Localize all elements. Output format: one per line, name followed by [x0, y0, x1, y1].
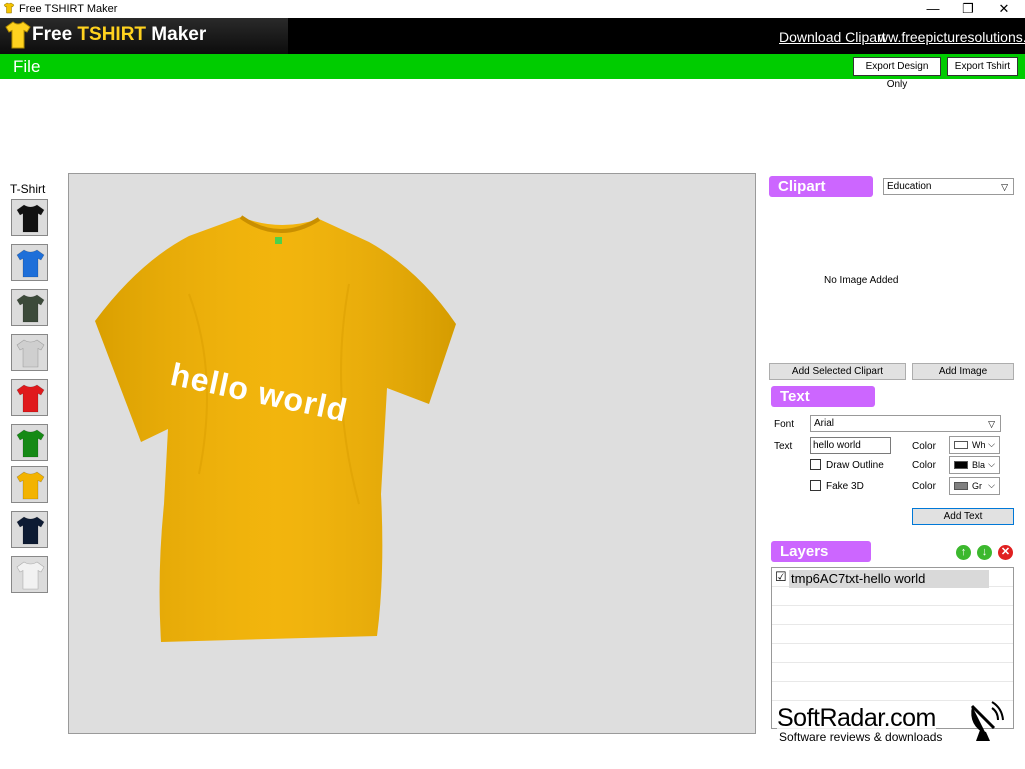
tshirt-color-swatch[interactable] — [11, 199, 48, 236]
clipart-category-select[interactable]: Education ▽ — [883, 178, 1014, 195]
font-select[interactable]: Arial ▽ — [810, 415, 1001, 432]
add-image-button[interactable]: Add Image — [912, 363, 1014, 380]
export-design-button[interactable]: Export Design Only — [853, 57, 941, 90]
tshirt-icon — [16, 471, 45, 500]
text-label: Text — [774, 441, 793, 452]
tshirt-icon — [16, 429, 45, 458]
tshirt-color-swatch[interactable] — [11, 466, 48, 503]
chevron-down-icon: ⌵ — [988, 459, 995, 469]
chevron-down-icon: ⌵ — [988, 439, 995, 449]
tshirt-color-swatch[interactable] — [11, 424, 48, 461]
text-color-label: Color — [912, 441, 936, 452]
move-layer-up-icon[interactable]: ↑ — [956, 545, 971, 560]
layers-header: Layers — [771, 541, 871, 562]
text-color-select[interactable]: Wh ⌵ — [949, 436, 1000, 454]
list-item — [772, 625, 1013, 644]
tshirt-color-swatch[interactable] — [11, 289, 48, 326]
add-text-button[interactable]: Add Text — [912, 508, 1014, 525]
app-logo: Free TSHIRT Maker — [0, 18, 288, 54]
text-color-name: Wh — [972, 440, 986, 450]
font-value: Arial — [814, 418, 835, 429]
tshirt-icon — [16, 561, 45, 590]
tshirt-label: T-Shirt — [10, 182, 46, 196]
logo-shirt-icon — [5, 21, 31, 49]
move-layer-down-icon[interactable]: ↓ — [977, 545, 992, 560]
tshirt-color-swatch[interactable] — [11, 334, 48, 371]
list-item — [772, 663, 1013, 682]
tshirt-image — [95, 215, 456, 642]
title-bar: Free TSHIRT Maker — ❐ ✕ — [0, 0, 1025, 18]
brand-maker: Maker — [146, 24, 207, 45]
fake-3d-checkbox[interactable] — [810, 480, 821, 491]
tshirt-color-swatch[interactable] — [11, 379, 48, 416]
fake-3d-label: Fake 3D — [826, 481, 864, 492]
layer-name: tmp6AC7txt-hello world — [791, 571, 926, 586]
download-clipart-link[interactable]: Download Clipart — [779, 29, 886, 45]
clipart-header: Clipart — [769, 176, 873, 197]
chevron-down-icon: ▽ — [1001, 182, 1008, 192]
outline-color-select[interactable]: Bla ⌵ — [949, 456, 1000, 474]
maximize-button[interactable]: ❐ — [950, 0, 986, 18]
list-item — [772, 606, 1013, 625]
list-item[interactable]: ☑ tmp6AC7txt-hello world — [772, 568, 1013, 588]
brand-free: Free — [32, 24, 78, 45]
chevron-down-icon: ⌵ — [988, 480, 995, 490]
outline-color-label: Color — [912, 460, 936, 471]
fake3d-color-swatch — [954, 482, 968, 490]
file-menu[interactable]: File — [13, 57, 40, 77]
list-item — [772, 644, 1013, 663]
delete-layer-icon[interactable]: ✕ — [998, 545, 1013, 560]
text-header: Text — [771, 386, 875, 407]
layer-checkbox-icon[interactable]: ☑ — [775, 569, 787, 585]
satellite-dish-icon — [970, 701, 1004, 741]
window-title: Free TSHIRT Maker — [19, 3, 118, 15]
text-color-swatch — [954, 441, 968, 449]
font-label: Font — [774, 419, 795, 430]
list-item — [772, 682, 1013, 701]
text-input[interactable]: hello world — [810, 437, 891, 454]
watermark-subtitle: Software reviews & downloads — [779, 730, 943, 744]
fake3d-color-select[interactable]: Gr ⌵ — [949, 477, 1000, 495]
outline-color-swatch — [954, 461, 968, 469]
fake3d-color-label: Color — [912, 481, 936, 492]
tshirt-color-swatch[interactable] — [11, 511, 48, 548]
tshirt-color-swatch[interactable] — [11, 244, 48, 281]
close-window-button[interactable]: ✕ — [986, 0, 1022, 18]
tshirt-icon — [16, 384, 45, 413]
design-canvas[interactable]: hello world — [68, 173, 756, 734]
watermark-title: SoftRadar.com — [777, 704, 936, 733]
app-shirt-icon — [3, 2, 15, 14]
tshirt-icon — [16, 294, 45, 323]
brand-tshirt: TSHIRT — [77, 24, 147, 45]
clipart-empty-text: No Image Added — [824, 275, 899, 286]
tshirt-icon — [16, 339, 45, 368]
chevron-down-icon: ▽ — [988, 419, 995, 429]
outline-color-name: Bla — [972, 460, 986, 470]
export-tshirt-button[interactable]: Export Tshirt — [947, 57, 1018, 76]
tshirt-color-swatch[interactable] — [11, 556, 48, 593]
tshirt-icon — [16, 516, 45, 545]
brand-name: Free TSHIRT Maker — [32, 24, 206, 46]
draw-outline-checkbox[interactable] — [810, 459, 821, 470]
app-banner: Free TSHIRT Maker Download Clipart ww.fr… — [0, 18, 1025, 54]
tshirt-icon — [16, 249, 45, 278]
fake3d-color-name: Gr — [972, 481, 982, 491]
tshirt-tag — [275, 237, 282, 244]
minimize-button[interactable]: — — [915, 0, 951, 18]
clipart-category-value: Education — [887, 181, 932, 192]
draw-outline-label: Draw Outline — [826, 460, 884, 471]
add-selected-clipart-button[interactable]: Add Selected Clipart — [769, 363, 906, 380]
list-item — [772, 587, 1013, 606]
website-link[interactable]: ww.freepicturesolutions.co — [878, 29, 1025, 45]
tshirt-icon — [16, 204, 45, 233]
menu-bar: File Export Design Only Export Tshirt — [0, 54, 1025, 90]
